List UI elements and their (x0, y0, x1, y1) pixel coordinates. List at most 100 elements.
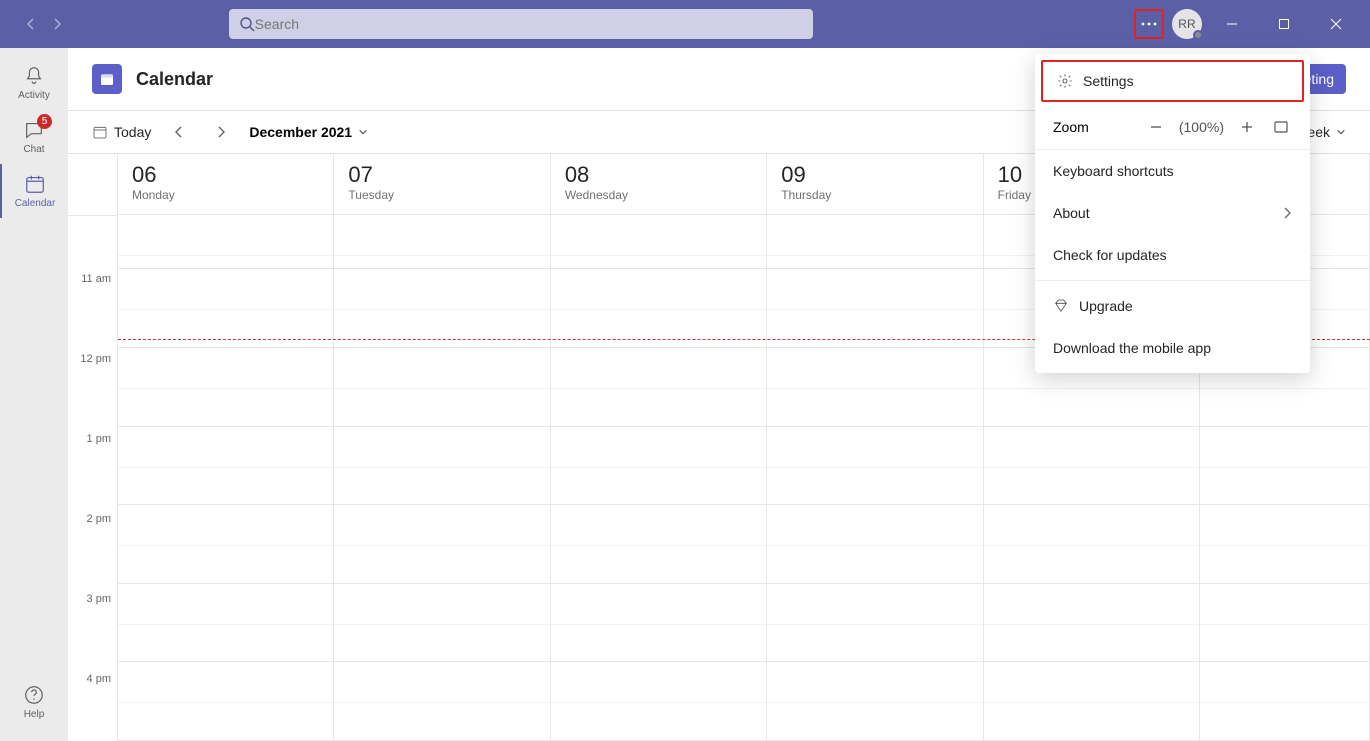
day-header: 08Wednesday (551, 154, 766, 215)
hour-cell[interactable] (767, 215, 982, 269)
menu-settings-label: Settings (1083, 73, 1134, 89)
hour-cell[interactable] (551, 505, 766, 584)
hour-cell[interactable] (118, 269, 333, 348)
hour-cell[interactable] (334, 348, 549, 427)
menu-settings[interactable]: Settings (1041, 60, 1304, 102)
hour-cell[interactable] (984, 505, 1199, 584)
time-label: 1 pm (68, 431, 117, 511)
app-rail: Activity Chat 5 Calendar Help (0, 48, 68, 741)
rail-activity[interactable]: Activity (0, 56, 68, 110)
menu-about[interactable]: About (1035, 192, 1310, 234)
hour-cell[interactable] (984, 427, 1199, 506)
hour-cell[interactable] (984, 662, 1199, 741)
ellipsis-icon (1141, 22, 1157, 26)
calendar-today-icon (92, 124, 108, 140)
zoom-out-button[interactable] (1145, 116, 1167, 138)
maximize-button[interactable] (1262, 8, 1306, 40)
nav-back-button[interactable] (20, 13, 42, 35)
titlebar: RR (0, 0, 1370, 48)
hour-cell[interactable] (334, 662, 549, 741)
menu-label: Upgrade (1079, 298, 1133, 314)
prev-week-button[interactable] (165, 118, 193, 146)
hour-cell[interactable] (767, 662, 982, 741)
search-input[interactable] (255, 16, 803, 32)
hour-cell[interactable] (984, 584, 1199, 663)
hour-cell[interactable] (767, 348, 982, 427)
nav-forward-button[interactable] (46, 13, 68, 35)
avatar[interactable]: RR (1172, 9, 1202, 39)
hour-cell[interactable] (334, 215, 549, 269)
hour-cell[interactable] (118, 215, 333, 269)
zoom-in-button[interactable] (1236, 116, 1258, 138)
day-name: Thursday (781, 188, 968, 202)
hour-cell[interactable] (118, 348, 333, 427)
rail-label: Calendar (15, 198, 56, 209)
hour-cell[interactable] (118, 662, 333, 741)
rail-label: Chat (23, 144, 44, 155)
day-column[interactable]: 06Monday (118, 154, 334, 741)
menu-download-app[interactable]: Download the mobile app (1035, 327, 1310, 369)
hour-cell[interactable] (1200, 427, 1369, 506)
day-number: 08 (565, 162, 752, 188)
bell-icon (23, 65, 45, 87)
chevron-down-icon (358, 127, 368, 137)
hour-cell[interactable] (1200, 584, 1369, 663)
fullscreen-button[interactable] (1270, 116, 1292, 138)
hour-cell[interactable] (334, 584, 549, 663)
chat-badge: 5 (37, 114, 52, 129)
day-column[interactable]: 09Thursday (767, 154, 983, 741)
day-name: Tuesday (348, 188, 535, 202)
hour-cell[interactable] (334, 427, 549, 506)
hour-cell[interactable] (1200, 505, 1369, 584)
rail-label: Help (24, 709, 45, 720)
close-button[interactable] (1314, 8, 1358, 40)
menu-upgrade[interactable]: Upgrade (1035, 285, 1310, 327)
menu-keyboard-shortcuts[interactable]: Keyboard shortcuts (1035, 150, 1310, 192)
hour-cell[interactable] (767, 505, 982, 584)
page-title: Calendar (136, 69, 213, 90)
search-icon (239, 16, 255, 32)
hour-cell[interactable] (551, 427, 766, 506)
calendar-badge-icon (92, 64, 122, 94)
today-label: Today (114, 124, 151, 140)
rail-chat[interactable]: Chat 5 (0, 110, 68, 164)
day-header: 09Thursday (767, 154, 982, 215)
next-week-button[interactable] (207, 118, 235, 146)
hour-cell[interactable] (118, 505, 333, 584)
calendar-icon (24, 173, 46, 195)
hour-cell[interactable] (334, 269, 549, 348)
hour-cell[interactable] (334, 505, 549, 584)
menu-check-updates[interactable]: Check for updates (1035, 234, 1310, 276)
time-label: 2 pm (68, 511, 117, 591)
zoom-value: (100%) (1179, 119, 1224, 135)
avatar-initials: RR (1178, 17, 1195, 31)
menu-separator (1035, 280, 1310, 281)
menu-label: Download the mobile app (1053, 340, 1211, 356)
hour-cell[interactable] (767, 269, 982, 348)
hour-cell[interactable] (1200, 662, 1369, 741)
today-button[interactable]: Today (92, 124, 151, 140)
hour-cell[interactable] (767, 427, 982, 506)
hour-cell[interactable] (551, 348, 766, 427)
rail-label: Activity (18, 90, 50, 101)
hour-cell[interactable] (118, 427, 333, 506)
minimize-button[interactable] (1210, 8, 1254, 40)
hour-cell[interactable] (551, 584, 766, 663)
hour-cell[interactable] (551, 269, 766, 348)
search-box[interactable] (229, 9, 813, 39)
day-column[interactable]: 08Wednesday (551, 154, 767, 741)
hour-cell[interactable] (118, 584, 333, 663)
month-label-text: December 2021 (249, 124, 352, 140)
hour-cell[interactable] (551, 215, 766, 269)
hour-cell[interactable] (767, 584, 982, 663)
rail-calendar[interactable]: Calendar (0, 164, 68, 218)
day-header: 06Monday (118, 154, 333, 215)
time-label: 12 pm (68, 351, 117, 431)
day-column[interactable]: 07Tuesday (334, 154, 550, 741)
hour-cell[interactable] (551, 662, 766, 741)
time-column: 11 am12 pm1 pm2 pm3 pm4 pm (68, 154, 118, 741)
rail-help[interactable]: Help (0, 675, 68, 729)
more-options-button[interactable] (1134, 9, 1164, 39)
month-picker[interactable]: December 2021 (249, 124, 368, 140)
time-label (68, 216, 117, 271)
